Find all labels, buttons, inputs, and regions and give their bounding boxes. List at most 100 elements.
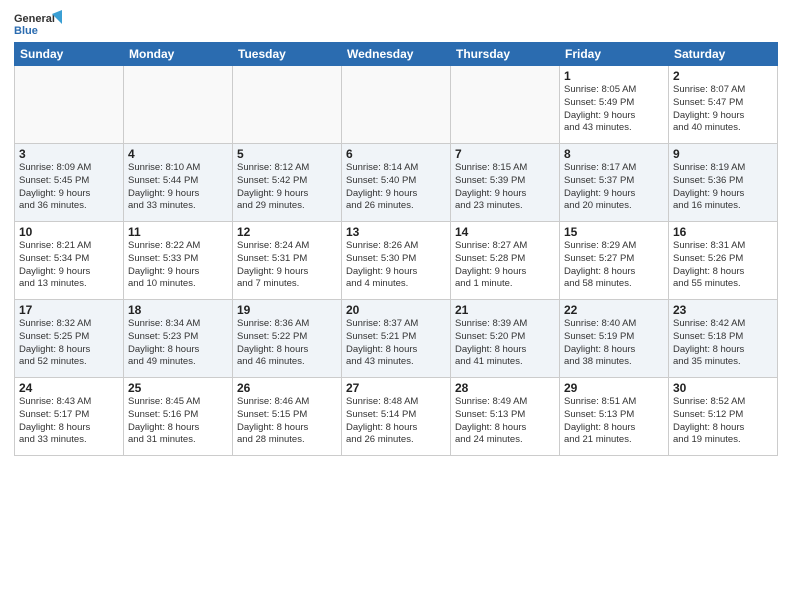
calendar-col-header: Monday <box>124 43 233 66</box>
day-info: Sunrise: 8:19 AM Sunset: 5:36 PM Dayligh… <box>673 162 773 213</box>
day-info: Sunrise: 8:36 AM Sunset: 5:22 PM Dayligh… <box>237 318 337 369</box>
calendar-day-cell: 8Sunrise: 8:17 AM Sunset: 5:37 PM Daylig… <box>560 144 669 222</box>
day-number: 8 <box>564 147 664 161</box>
calendar-day-cell: 25Sunrise: 8:45 AM Sunset: 5:16 PM Dayli… <box>124 378 233 456</box>
calendar-day-cell: 9Sunrise: 8:19 AM Sunset: 5:36 PM Daylig… <box>669 144 778 222</box>
calendar-week-row: 3Sunrise: 8:09 AM Sunset: 5:45 PM Daylig… <box>15 144 778 222</box>
calendar-day-cell: 20Sunrise: 8:37 AM Sunset: 5:21 PM Dayli… <box>342 300 451 378</box>
day-number: 12 <box>237 225 337 239</box>
calendar-day-cell: 23Sunrise: 8:42 AM Sunset: 5:18 PM Dayli… <box>669 300 778 378</box>
day-number: 2 <box>673 69 773 83</box>
calendar-day-cell: 24Sunrise: 8:43 AM Sunset: 5:17 PM Dayli… <box>15 378 124 456</box>
day-number: 29 <box>564 381 664 395</box>
calendar-day-cell: 13Sunrise: 8:26 AM Sunset: 5:30 PM Dayli… <box>342 222 451 300</box>
day-number: 22 <box>564 303 664 317</box>
day-info: Sunrise: 8:17 AM Sunset: 5:37 PM Dayligh… <box>564 162 664 213</box>
calendar-day-cell: 15Sunrise: 8:29 AM Sunset: 5:27 PM Dayli… <box>560 222 669 300</box>
day-info: Sunrise: 8:37 AM Sunset: 5:21 PM Dayligh… <box>346 318 446 369</box>
svg-text:Blue: Blue <box>14 25 38 36</box>
calendar-day-cell <box>233 66 342 144</box>
day-info: Sunrise: 8:32 AM Sunset: 5:25 PM Dayligh… <box>19 318 119 369</box>
calendar-week-row: 17Sunrise: 8:32 AM Sunset: 5:25 PM Dayli… <box>15 300 778 378</box>
day-info: Sunrise: 8:26 AM Sunset: 5:30 PM Dayligh… <box>346 240 446 291</box>
calendar-day-cell: 28Sunrise: 8:49 AM Sunset: 5:13 PM Dayli… <box>451 378 560 456</box>
calendar-week-row: 1Sunrise: 8:05 AM Sunset: 5:49 PM Daylig… <box>15 66 778 144</box>
day-number: 7 <box>455 147 555 161</box>
day-info: Sunrise: 8:52 AM Sunset: 5:12 PM Dayligh… <box>673 396 773 447</box>
day-number: 24 <box>19 381 119 395</box>
logo: GeneralBlue <box>14 10 64 36</box>
calendar-day-cell: 22Sunrise: 8:40 AM Sunset: 5:19 PM Dayli… <box>560 300 669 378</box>
day-number: 14 <box>455 225 555 239</box>
day-number: 18 <box>128 303 228 317</box>
calendar-day-cell: 21Sunrise: 8:39 AM Sunset: 5:20 PM Dayli… <box>451 300 560 378</box>
day-info: Sunrise: 8:51 AM Sunset: 5:13 PM Dayligh… <box>564 396 664 447</box>
calendar-col-header: Sunday <box>15 43 124 66</box>
day-number: 26 <box>237 381 337 395</box>
day-number: 1 <box>564 69 664 83</box>
calendar-header-row: SundayMondayTuesdayWednesdayThursdayFrid… <box>15 43 778 66</box>
day-number: 19 <box>237 303 337 317</box>
calendar-day-cell: 1Sunrise: 8:05 AM Sunset: 5:49 PM Daylig… <box>560 66 669 144</box>
calendar-day-cell <box>15 66 124 144</box>
calendar-col-header: Friday <box>560 43 669 66</box>
day-number: 20 <box>346 303 446 317</box>
day-info: Sunrise: 8:45 AM Sunset: 5:16 PM Dayligh… <box>128 396 228 447</box>
calendar-day-cell: 29Sunrise: 8:51 AM Sunset: 5:13 PM Dayli… <box>560 378 669 456</box>
day-number: 28 <box>455 381 555 395</box>
day-number: 9 <box>673 147 773 161</box>
day-info: Sunrise: 8:07 AM Sunset: 5:47 PM Dayligh… <box>673 84 773 135</box>
day-info: Sunrise: 8:46 AM Sunset: 5:15 PM Dayligh… <box>237 396 337 447</box>
day-number: 10 <box>19 225 119 239</box>
day-info: Sunrise: 8:48 AM Sunset: 5:14 PM Dayligh… <box>346 396 446 447</box>
calendar-week-row: 10Sunrise: 8:21 AM Sunset: 5:34 PM Dayli… <box>15 222 778 300</box>
page-header: GeneralBlue <box>14 10 778 36</box>
day-info: Sunrise: 8:24 AM Sunset: 5:31 PM Dayligh… <box>237 240 337 291</box>
calendar-table: SundayMondayTuesdayWednesdayThursdayFrid… <box>14 42 778 456</box>
calendar-col-header: Tuesday <box>233 43 342 66</box>
calendar-day-cell: 19Sunrise: 8:36 AM Sunset: 5:22 PM Dayli… <box>233 300 342 378</box>
calendar-day-cell: 2Sunrise: 8:07 AM Sunset: 5:47 PM Daylig… <box>669 66 778 144</box>
day-info: Sunrise: 8:42 AM Sunset: 5:18 PM Dayligh… <box>673 318 773 369</box>
day-info: Sunrise: 8:31 AM Sunset: 5:26 PM Dayligh… <box>673 240 773 291</box>
day-number: 13 <box>346 225 446 239</box>
calendar-day-cell: 3Sunrise: 8:09 AM Sunset: 5:45 PM Daylig… <box>15 144 124 222</box>
day-info: Sunrise: 8:34 AM Sunset: 5:23 PM Dayligh… <box>128 318 228 369</box>
calendar-day-cell: 26Sunrise: 8:46 AM Sunset: 5:15 PM Dayli… <box>233 378 342 456</box>
day-number: 3 <box>19 147 119 161</box>
calendar-day-cell: 30Sunrise: 8:52 AM Sunset: 5:12 PM Dayli… <box>669 378 778 456</box>
logo-icon: GeneralBlue <box>14 10 64 36</box>
day-info: Sunrise: 8:27 AM Sunset: 5:28 PM Dayligh… <box>455 240 555 291</box>
day-number: 23 <box>673 303 773 317</box>
day-info: Sunrise: 8:49 AM Sunset: 5:13 PM Dayligh… <box>455 396 555 447</box>
day-number: 21 <box>455 303 555 317</box>
day-info: Sunrise: 8:15 AM Sunset: 5:39 PM Dayligh… <box>455 162 555 213</box>
day-number: 5 <box>237 147 337 161</box>
day-info: Sunrise: 8:12 AM Sunset: 5:42 PM Dayligh… <box>237 162 337 213</box>
day-info: Sunrise: 8:21 AM Sunset: 5:34 PM Dayligh… <box>19 240 119 291</box>
calendar-day-cell: 6Sunrise: 8:14 AM Sunset: 5:40 PM Daylig… <box>342 144 451 222</box>
calendar-col-header: Wednesday <box>342 43 451 66</box>
day-number: 25 <box>128 381 228 395</box>
day-info: Sunrise: 8:05 AM Sunset: 5:49 PM Dayligh… <box>564 84 664 135</box>
day-info: Sunrise: 8:14 AM Sunset: 5:40 PM Dayligh… <box>346 162 446 213</box>
calendar-day-cell: 18Sunrise: 8:34 AM Sunset: 5:23 PM Dayli… <box>124 300 233 378</box>
calendar-day-cell: 5Sunrise: 8:12 AM Sunset: 5:42 PM Daylig… <box>233 144 342 222</box>
calendar-col-header: Saturday <box>669 43 778 66</box>
calendar-day-cell <box>124 66 233 144</box>
calendar-day-cell: 10Sunrise: 8:21 AM Sunset: 5:34 PM Dayli… <box>15 222 124 300</box>
calendar-day-cell <box>451 66 560 144</box>
calendar-day-cell: 12Sunrise: 8:24 AM Sunset: 5:31 PM Dayli… <box>233 222 342 300</box>
calendar-week-row: 24Sunrise: 8:43 AM Sunset: 5:17 PM Dayli… <box>15 378 778 456</box>
day-number: 4 <box>128 147 228 161</box>
calendar-col-header: Thursday <box>451 43 560 66</box>
svg-text:General: General <box>14 13 55 25</box>
calendar-day-cell <box>342 66 451 144</box>
day-number: 16 <box>673 225 773 239</box>
day-number: 17 <box>19 303 119 317</box>
day-info: Sunrise: 8:22 AM Sunset: 5:33 PM Dayligh… <box>128 240 228 291</box>
day-number: 11 <box>128 225 228 239</box>
calendar-day-cell: 14Sunrise: 8:27 AM Sunset: 5:28 PM Dayli… <box>451 222 560 300</box>
day-number: 30 <box>673 381 773 395</box>
day-info: Sunrise: 8:10 AM Sunset: 5:44 PM Dayligh… <box>128 162 228 213</box>
